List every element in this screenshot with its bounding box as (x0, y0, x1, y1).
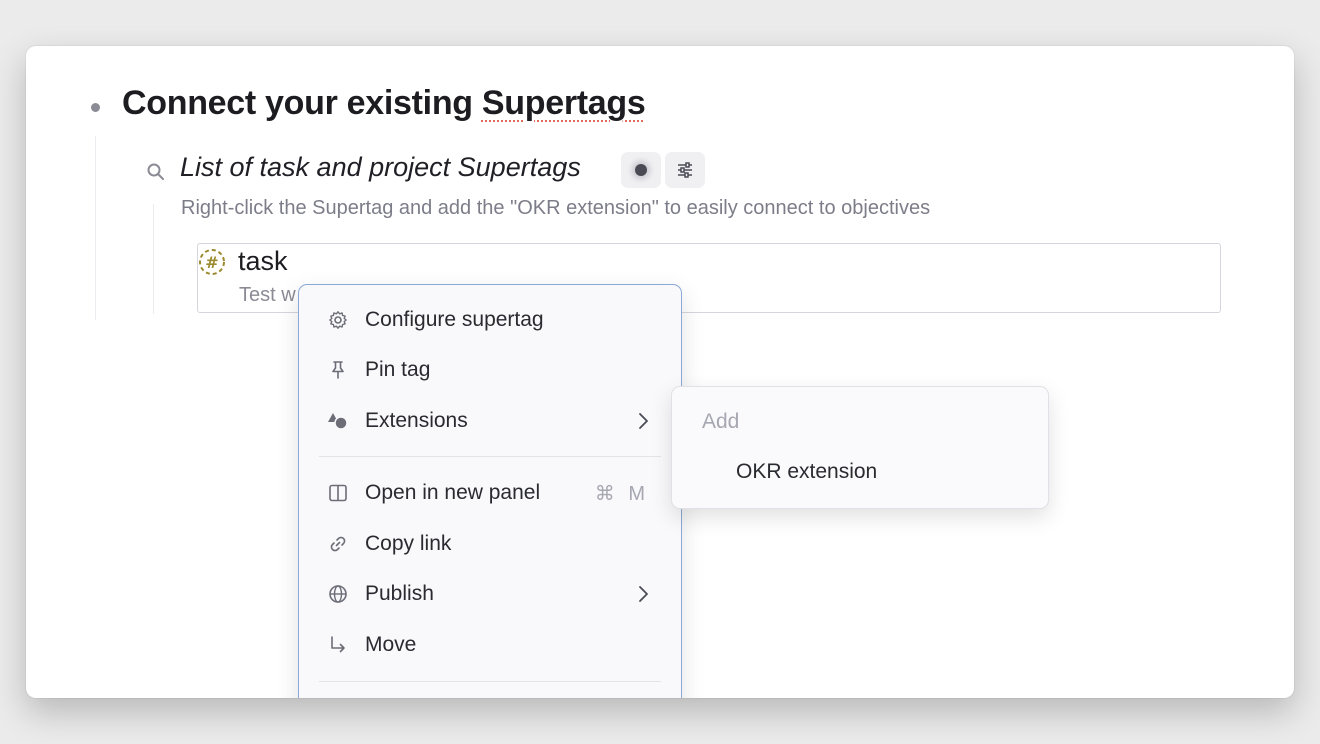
search-icon (147, 163, 164, 180)
title-supertags-word: Supertags (481, 84, 646, 122)
title-prefix: Connect your existing (122, 84, 482, 122)
heading-bullet[interactable] (91, 103, 100, 112)
keyboard-shortcut: ⌘ M (594, 482, 649, 505)
search-settings-button[interactable] (665, 152, 705, 188)
menu-item-label: Move (365, 633, 417, 656)
search-node-title[interactable]: List of task and project Supertags (180, 152, 581, 183)
shapes-icon (327, 410, 349, 432)
menu-divider (319, 456, 661, 457)
status-dot-icon (635, 164, 647, 176)
menu-item-label: Open in new panel (365, 481, 541, 504)
menu-item-copy-link[interactable]: Copy link (319, 524, 661, 564)
hash-tag-icon[interactable]: # (198, 248, 226, 276)
pin-icon (327, 359, 349, 381)
submenu-header: Add (702, 410, 740, 433)
submenu-item-okr-extension[interactable]: OKR extension (736, 460, 877, 484)
search-status-button[interactable] (621, 152, 661, 188)
indent-guide (95, 136, 96, 320)
menu-item-publish[interactable]: Publish (319, 574, 661, 614)
supertag-name[interactable]: task (238, 246, 288, 277)
page-title[interactable]: Connect your existing Supertags (122, 84, 646, 123)
gear-icon (327, 309, 349, 331)
menu-item-open-in-new-panel[interactable]: Open in new panel ⌘ M (319, 473, 661, 513)
extensions-submenu: Add OKR extension (671, 386, 1049, 509)
menu-item-move[interactable]: Move (319, 625, 661, 665)
globe-icon (327, 583, 349, 605)
menu-item-label: Copy link (365, 532, 452, 555)
sliders-icon (678, 162, 692, 178)
menu-item-label: Extensions (365, 409, 468, 432)
chevron-right-icon (639, 586, 648, 602)
indent-guide (153, 204, 154, 314)
menu-item-label: Configure supertag (365, 308, 544, 331)
search-description: Right-click the Supertag and add the "OK… (181, 197, 931, 219)
context-menu: Configure supertag Pin tag Extensions Op… (298, 284, 682, 698)
menu-item-label: Publish (365, 582, 434, 605)
move-arrow-icon (327, 634, 349, 656)
menu-item-pin-tag[interactable]: Pin tag (319, 350, 661, 390)
chevron-right-icon (639, 413, 648, 429)
menu-divider (319, 681, 661, 682)
menu-item-label: Pin tag (365, 358, 431, 381)
panel-icon (327, 482, 349, 504)
link-icon (327, 533, 349, 555)
svg-text:#: # (205, 253, 218, 272)
menu-item-extensions[interactable]: Extensions (319, 401, 661, 441)
supertag-subtitle: Test w (239, 284, 296, 306)
app-window: Connect your existing Supertags List of … (26, 46, 1294, 698)
menu-item-configure-supertag[interactable]: Configure supertag (319, 300, 661, 340)
